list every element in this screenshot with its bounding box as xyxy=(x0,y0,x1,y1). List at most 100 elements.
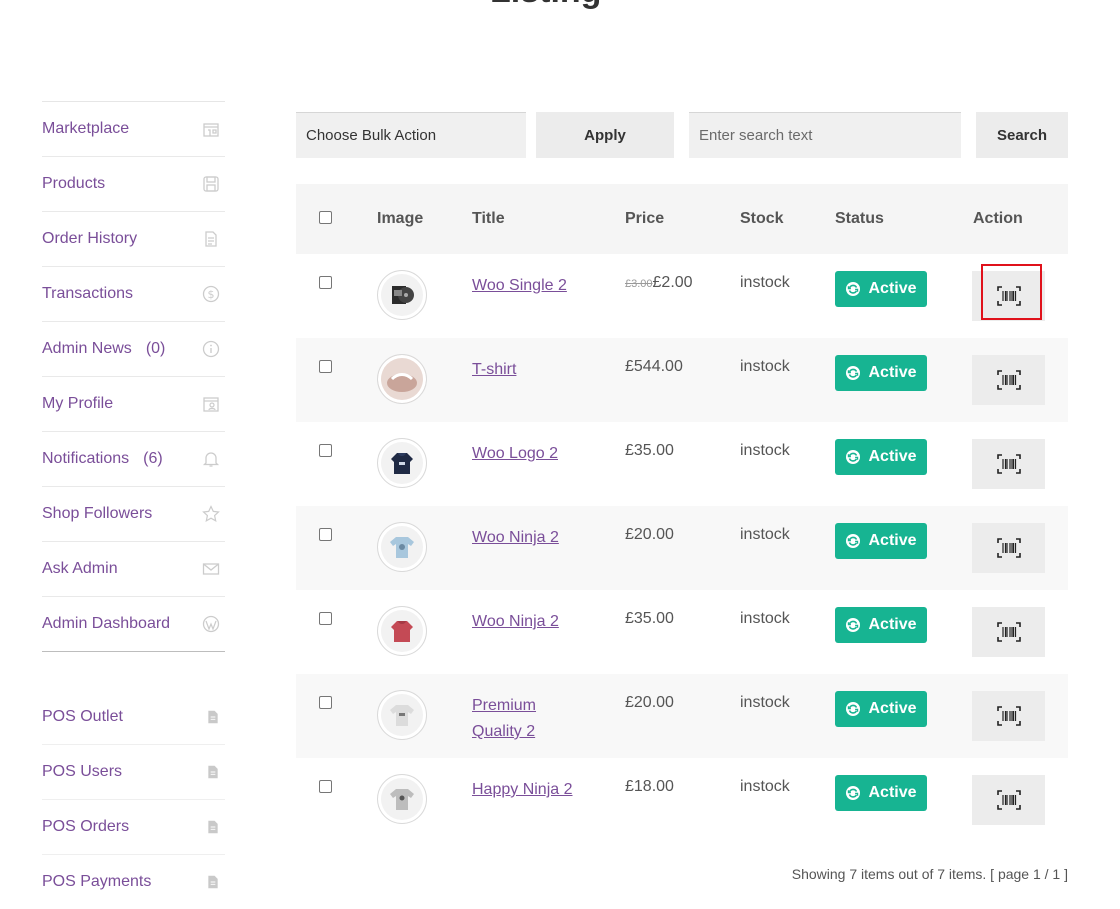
barcode-icon xyxy=(996,706,1021,726)
product-title-link[interactable]: Happy Ninja 2 xyxy=(472,777,582,803)
row-checkbox[interactable] xyxy=(319,360,332,373)
sidebar-item-my-profile[interactable]: My Profile xyxy=(42,377,225,432)
sidebar-item-pos-users[interactable]: POS Users xyxy=(42,745,225,800)
tshirt-image-icon xyxy=(390,537,414,558)
select-all-checkbox[interactable] xyxy=(319,211,332,224)
sidebar-item-label: POS Orders xyxy=(42,818,130,835)
bulk-action-select[interactable]: Choose Bulk Action xyxy=(296,112,526,158)
sidebar-item-admin-dashboard[interactable]: Admin Dashboard xyxy=(42,597,225,652)
table-row: Premium Quality 2 £20.00 instock Active xyxy=(296,674,1068,758)
sidebar-item-pos-orders[interactable]: POS Orders xyxy=(42,800,225,855)
file-icon xyxy=(208,820,218,834)
barcode-button[interactable] xyxy=(972,691,1045,741)
row-checkbox[interactable] xyxy=(319,696,332,709)
file-icon xyxy=(208,710,218,724)
product-title-link[interactable]: Woo Ninja 2 xyxy=(472,609,582,635)
product-title-link[interactable]: Woo Single 2 xyxy=(472,273,582,299)
barcode-button[interactable] xyxy=(972,775,1045,825)
sidebar-item-label: Ask Admin xyxy=(42,560,118,577)
sidebar-item-label: Products xyxy=(42,175,106,192)
sidebar: Marketplace Products Order History Trans… xyxy=(42,101,225,909)
refresh-icon xyxy=(846,618,861,632)
notifications-count: (6) xyxy=(143,450,163,467)
row-checkbox[interactable] xyxy=(319,612,332,625)
svg-text:$: $ xyxy=(208,288,215,301)
barcode-icon xyxy=(996,538,1021,558)
sidebar-item-marketplace[interactable]: Marketplace xyxy=(42,102,225,157)
sidebar-item-shop-followers[interactable]: Shop Followers xyxy=(42,487,225,542)
sidebar-item-label: POS Users xyxy=(42,763,123,780)
sidebar-item-products[interactable]: Products xyxy=(42,157,225,212)
product-thumbnail xyxy=(377,522,427,572)
info-icon xyxy=(202,340,220,358)
product-price: £20.00 xyxy=(625,694,674,712)
sidebar-item-ask-admin[interactable]: Ask Admin xyxy=(42,542,225,597)
header-price: Price xyxy=(625,210,665,227)
product-title-link[interactable]: Woo Ninja 2 xyxy=(472,525,582,551)
product-price: £35.00 xyxy=(625,610,674,628)
tshirt-image-icon xyxy=(387,373,417,392)
sidebar-item-order-history[interactable]: Order History xyxy=(42,212,225,267)
status-badge[interactable]: Active xyxy=(835,439,927,475)
product-stock: instock xyxy=(740,778,790,795)
apply-button[interactable]: Apply xyxy=(536,112,674,158)
product-price: £20.00 xyxy=(625,526,674,544)
status-badge[interactable]: Active xyxy=(835,523,927,559)
barcode-button[interactable] xyxy=(972,607,1045,657)
status-label: Active xyxy=(868,784,917,801)
status-badge[interactable]: Active xyxy=(835,271,927,307)
barcode-button[interactable] xyxy=(972,271,1045,321)
barcode-button[interactable] xyxy=(972,523,1045,573)
barcode-button[interactable] xyxy=(972,355,1045,405)
admin-news-count: (0) xyxy=(145,340,166,357)
row-checkbox[interactable] xyxy=(319,444,332,457)
tshirt-image-icon xyxy=(390,705,414,726)
row-checkbox[interactable] xyxy=(319,528,332,541)
current-price: £18.00 xyxy=(625,778,674,795)
product-price: £544.00 xyxy=(625,358,683,376)
sidebar-item-notifications[interactable]: Notifications (6) xyxy=(42,432,225,487)
product-stock: instock xyxy=(740,610,790,627)
product-stock: instock xyxy=(740,358,790,375)
sidebar-item-label: Transactions xyxy=(42,285,133,302)
product-price: £18.00 xyxy=(625,778,674,796)
bell-icon xyxy=(202,452,220,467)
barcode-icon xyxy=(996,454,1021,474)
row-checkbox[interactable] xyxy=(319,276,332,289)
search-button[interactable]: Search xyxy=(976,112,1068,158)
product-thumbnail xyxy=(377,606,427,656)
status-label: Active xyxy=(868,448,917,465)
sidebar-item-pos-payments[interactable]: POS Payments xyxy=(42,855,225,909)
status-badge[interactable]: Active xyxy=(835,607,927,643)
products-table: Image Title Price Stock Status Action Wo… xyxy=(296,184,1068,842)
header-image: Image xyxy=(377,210,424,227)
sidebar-item-transactions[interactable]: Transactions $ xyxy=(42,267,225,322)
product-title-link[interactable]: Premium Quality 2 xyxy=(472,693,582,745)
sidebar-item-admin-news[interactable]: Admin News (0) xyxy=(42,322,225,377)
barcode-button[interactable] xyxy=(972,439,1045,489)
product-thumbnail xyxy=(377,270,427,320)
status-badge[interactable]: Active xyxy=(835,355,927,391)
sidebar-item-label: POS Outlet xyxy=(42,708,123,725)
barcode-icon xyxy=(996,286,1021,306)
table-row: Woo Ninja 2 £35.00 instock Active xyxy=(296,590,1068,674)
sidebar-item-label: Notifications xyxy=(42,450,130,467)
status-label: Active xyxy=(868,700,917,717)
header-action: Action xyxy=(973,210,1023,227)
status-badge[interactable]: Active xyxy=(835,691,927,727)
search-input[interactable] xyxy=(689,112,961,158)
tshirt-image-icon xyxy=(390,789,414,810)
row-checkbox[interactable] xyxy=(319,780,332,793)
product-thumbnail xyxy=(377,690,427,740)
refresh-icon xyxy=(846,786,861,800)
old-price: £3.00 xyxy=(625,278,653,290)
product-title-link[interactable]: T-shirt xyxy=(472,357,582,383)
table-row: Woo Logo 2 £35.00 instock Active xyxy=(296,422,1068,506)
current-price: £2.00 xyxy=(652,274,693,291)
product-title-link[interactable]: Woo Logo 2 xyxy=(472,441,582,467)
status-badge[interactable]: Active xyxy=(835,775,927,811)
sidebar-item-pos-outlet[interactable]: POS Outlet xyxy=(42,690,225,745)
current-price: £20.00 xyxy=(625,694,674,711)
barcode-icon xyxy=(996,622,1021,642)
sidebar-item-label: Admin News xyxy=(42,340,132,357)
